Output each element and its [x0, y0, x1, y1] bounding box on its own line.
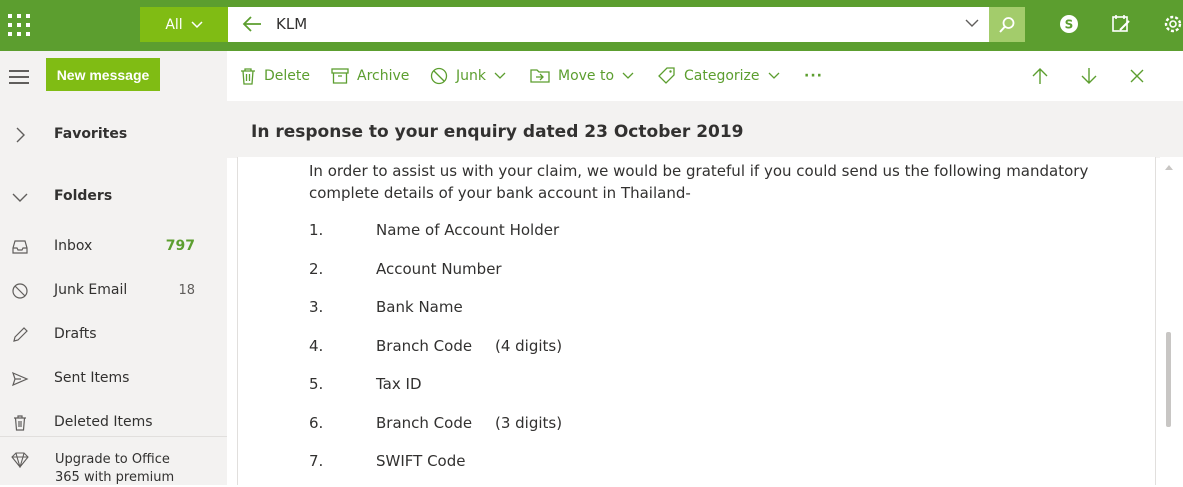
message-subject: In response to your enquiry dated 23 Oct…	[251, 122, 744, 142]
sidebar-item-inbox[interactable]: Inbox 797	[0, 226, 227, 266]
favorites-header[interactable]: Favorites	[0, 114, 227, 154]
dropdown-chevron-icon[interactable]	[965, 19, 979, 28]
upgrade-line-2: 365 with premium	[55, 470, 175, 485]
more-actions-label: ···	[804, 68, 823, 84]
move-to-label: Move to	[558, 68, 615, 84]
scroll-up-arrow-icon[interactable]	[1164, 163, 1174, 171]
tag-icon	[658, 67, 676, 85]
list-text: Tax ID	[376, 375, 422, 393]
svg-text:S: S	[1065, 18, 1074, 32]
chevron-down-icon[interactable]	[768, 72, 780, 80]
folder-pane: New message Favorites Folders Inbox 797 …	[0, 51, 227, 485]
list-text: Branch Code	[376, 414, 473, 432]
sidebar-item-label: Deleted Items	[54, 414, 153, 430]
list-number: 3.	[309, 298, 324, 316]
message-header: In response to your enquiry dated 23 Oct…	[227, 101, 1183, 158]
list-number: 7.	[309, 452, 324, 470]
scrollbar-thumb[interactable]	[1166, 332, 1171, 427]
list-text: Name of Account Holder	[376, 221, 560, 239]
list-text: SWIFT Code	[376, 452, 466, 470]
favorites-label: Favorites	[54, 126, 128, 142]
message-body: In order to assist us with your claim, w…	[237, 157, 1156, 485]
junk-label: Junk	[456, 68, 486, 84]
search-icon	[998, 16, 1016, 34]
unread-count: 797	[165, 238, 195, 254]
search-scope-dropdown[interactable]: All	[140, 7, 228, 42]
hamburger-menu-icon[interactable]	[9, 70, 29, 88]
list-note: (4 digits)	[495, 337, 563, 355]
categorize-label: Categorize	[684, 68, 760, 84]
reading-pane-scrollbar[interactable]	[1160, 157, 1183, 485]
folders-header[interactable]: Folders	[0, 176, 227, 216]
chevron-down-icon[interactable]	[622, 72, 634, 80]
junk-icon	[430, 67, 448, 85]
upgrade-office-promo[interactable]: Upgrade to Office 365 with premium	[0, 436, 227, 487]
sidebar-item-label: Inbox	[54, 238, 93, 254]
message-intro: In order to assist us with your claim, w…	[309, 162, 1089, 202]
categorize-button[interactable]: Categorize	[658, 66, 780, 86]
search-button[interactable]	[989, 7, 1025, 42]
previous-message-button[interactable]	[1031, 66, 1049, 86]
trash-icon	[11, 414, 29, 432]
archive-button[interactable]: Archive	[331, 66, 409, 86]
arrow-up-icon	[1031, 67, 1049, 85]
chevron-down-icon[interactable]	[494, 72, 506, 80]
junk-icon	[11, 282, 29, 300]
chevron-down-icon	[11, 188, 29, 206]
folders-label: Folders	[54, 188, 113, 204]
search-box[interactable]: KLM	[228, 7, 989, 42]
delete-label: Delete	[264, 68, 310, 84]
sidebar-item-drafts[interactable]: Drafts	[0, 314, 227, 354]
inbox-icon	[11, 238, 29, 256]
upgrade-line-1: Upgrade to Office	[55, 452, 170, 467]
close-message-button[interactable]	[1129, 66, 1145, 86]
arrow-down-icon	[1080, 67, 1098, 85]
search-input[interactable]: KLM	[276, 15, 307, 33]
more-actions-button[interactable]: ···	[804, 66, 823, 86]
diamond-icon	[11, 452, 29, 468]
chevron-down-icon	[191, 20, 203, 29]
back-arrow-icon[interactable]	[242, 15, 262, 33]
chevron-right-icon	[11, 126, 29, 144]
close-icon	[1129, 68, 1145, 84]
next-message-button[interactable]	[1080, 66, 1098, 86]
skype-icon[interactable]: S	[1057, 12, 1081, 36]
list-text: Branch Code	[376, 337, 473, 355]
send-icon	[11, 370, 29, 388]
trash-icon	[240, 67, 256, 85]
archive-icon	[331, 68, 349, 84]
top-bar: All KLM S	[0, 0, 1183, 51]
list-number: 5.	[309, 375, 324, 393]
list-number: 1.	[309, 221, 324, 239]
list-number: 4.	[309, 337, 324, 355]
app-launcher-icon[interactable]	[8, 14, 30, 36]
archive-label: Archive	[357, 68, 410, 84]
move-to-folder-icon	[530, 68, 550, 84]
sidebar-item-label: Sent Items	[54, 370, 130, 386]
settings-gear-icon[interactable]	[1161, 12, 1183, 36]
search-scope-label: All	[165, 16, 183, 33]
new-message-button[interactable]: New message	[46, 58, 160, 91]
junk-button[interactable]: Junk	[430, 66, 506, 86]
item-count: 18	[178, 282, 195, 298]
my-day-icon[interactable]	[1109, 12, 1133, 36]
command-bar: Delete Archive Junk Move to Categorize ·…	[227, 51, 1183, 101]
list-number: 6.	[309, 414, 324, 432]
list-note: (3 digits)	[495, 414, 563, 432]
list-number: 2.	[309, 260, 324, 278]
sidebar-item-junk-email[interactable]: Junk Email 18	[0, 270, 227, 310]
sidebar-item-label: Junk Email	[54, 282, 128, 298]
pencil-icon	[11, 326, 29, 344]
list-text: Bank Name	[376, 298, 463, 316]
move-to-button[interactable]: Move to	[530, 66, 634, 86]
delete-button[interactable]: Delete	[240, 66, 310, 86]
sidebar-item-label: Drafts	[54, 326, 97, 342]
list-text: Account Number	[376, 260, 502, 278]
sidebar-item-sent-items[interactable]: Sent Items	[0, 358, 227, 398]
